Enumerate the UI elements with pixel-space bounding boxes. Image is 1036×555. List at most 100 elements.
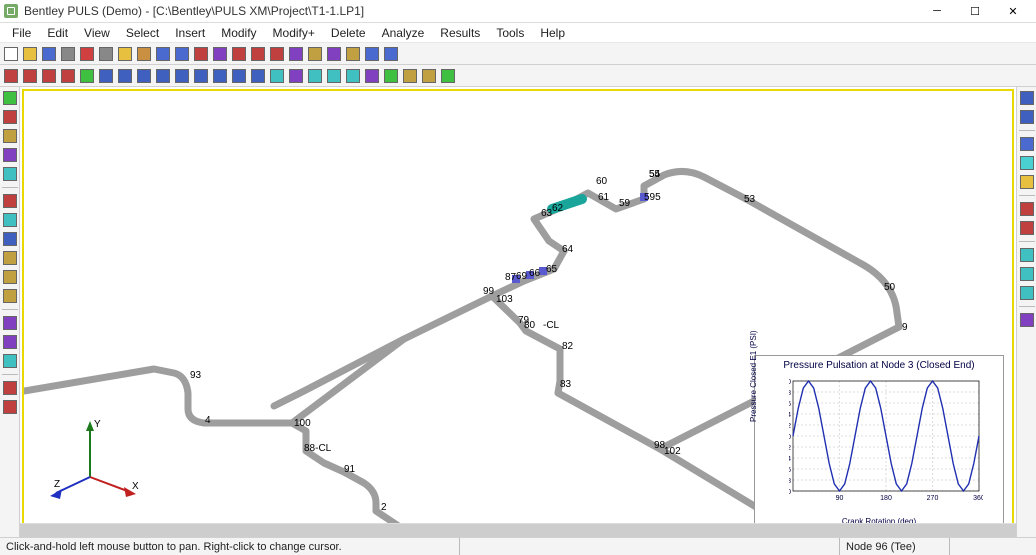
kppi-button[interactable] — [325, 45, 343, 63]
p1-button[interactable] — [192, 67, 210, 85]
c2-button[interactable] — [116, 67, 134, 85]
node-label-50: 50 — [884, 282, 896, 293]
121-button[interactable] — [1, 249, 19, 267]
status-node: Node 96 (Tee) — [840, 538, 950, 555]
tool-c-button[interactable] — [40, 67, 58, 85]
c4-button[interactable] — [154, 67, 172, 85]
menu-results[interactable]: Results — [432, 24, 488, 42]
menu-help[interactable]: Help — [532, 24, 573, 42]
render-a-button[interactable] — [1018, 89, 1036, 107]
render-b-button[interactable] — [1018, 108, 1036, 126]
viewport[interactable]: 60615455595956263536465666987103997980-C… — [20, 87, 1016, 537]
123-button[interactable] — [1, 287, 19, 305]
line-button[interactable] — [1, 314, 19, 332]
grid-2-button[interactable] — [1, 398, 19, 416]
new-button[interactable] — [2, 45, 20, 63]
grab2-button[interactable] — [306, 67, 324, 85]
union-button[interactable] — [1018, 265, 1036, 283]
chart-plot-area: -1.0-0.8-0.6-0.4-0.20.00.20.40.60.81.090… — [789, 375, 981, 515]
scale-button[interactable] — [325, 67, 343, 85]
undo-button[interactable] — [154, 45, 172, 63]
menu-modify[interactable]: Modify — [213, 24, 264, 42]
cut-button[interactable] — [97, 45, 115, 63]
tee-2-button[interactable] — [1018, 284, 1036, 302]
menu-modify-plus[interactable]: Modify+ — [265, 24, 323, 42]
redo-button[interactable] — [173, 45, 191, 63]
delete-button[interactable] — [78, 45, 96, 63]
grid-button[interactable] — [287, 45, 305, 63]
zoom-button[interactable] — [1, 146, 19, 164]
print-button[interactable] — [59, 45, 77, 63]
menu-analyze[interactable]: Analyze — [374, 24, 433, 42]
pick-button[interactable] — [211, 45, 229, 63]
help-button[interactable] — [382, 45, 400, 63]
rect-2-button[interactable] — [1018, 219, 1036, 237]
copy-button[interactable] — [116, 45, 134, 63]
p4-button[interactable] — [249, 67, 267, 85]
rect-1-button[interactable] — [1018, 200, 1036, 218]
grab-button[interactable] — [287, 67, 305, 85]
browse-button[interactable] — [59, 67, 77, 85]
zoom2-button[interactable] — [1, 211, 19, 229]
maximize-button[interactable]: ☐ — [956, 0, 994, 22]
pointer-button[interactable] — [1, 89, 19, 107]
menu-edit[interactable]: Edit — [39, 24, 76, 42]
wand-button[interactable] — [1018, 311, 1036, 329]
pan-button[interactable] — [1, 127, 19, 145]
svg-text:-1.0: -1.0 — [789, 489, 791, 496]
menu-insert[interactable]: Insert — [167, 24, 213, 42]
ibs-button[interactable] — [306, 45, 324, 63]
element-type-button[interactable] — [192, 45, 210, 63]
rotate-button[interactable] — [1, 108, 19, 126]
play-button[interactable] — [363, 67, 381, 85]
svg-text:0.6: 0.6 — [789, 401, 791, 408]
c3-button[interactable] — [135, 67, 153, 85]
ibo-button[interactable] — [344, 45, 362, 63]
zoom-window-button[interactable] — [1, 165, 19, 183]
node-label-93: 93 — [190, 370, 202, 381]
open-button[interactable] — [21, 45, 39, 63]
grid-1-button[interactable] — [1, 379, 19, 397]
erase-button[interactable] — [1, 352, 19, 370]
rew-button[interactable] — [401, 67, 419, 85]
fwd-button[interactable] — [420, 67, 438, 85]
save-button[interactable] — [40, 45, 58, 63]
info-button[interactable] — [363, 45, 381, 63]
menu-file[interactable]: File — [4, 24, 39, 42]
svg-text:0.8: 0.8 — [789, 390, 791, 397]
menu-view[interactable]: View — [76, 24, 118, 42]
tool-a-button[interactable] — [2, 67, 20, 85]
p2-button[interactable] — [211, 67, 229, 85]
select-arrow-button[interactable] — [1, 192, 19, 210]
close-button[interactable]: ✕ — [994, 0, 1032, 22]
p3-button[interactable] — [230, 67, 248, 85]
stamp-button[interactable] — [344, 67, 362, 85]
edit-button[interactable] — [1, 333, 19, 351]
list-2-button[interactable] — [249, 45, 267, 63]
menu-select[interactable]: Select — [118, 24, 167, 42]
tee-1-button[interactable] — [1018, 246, 1036, 264]
star-button[interactable] — [1018, 173, 1036, 191]
horizontal-scrollbar[interactable] — [20, 523, 1016, 537]
rew-end-button[interactable] — [382, 67, 400, 85]
list-3-button[interactable] — [268, 45, 286, 63]
list-1-button[interactable] — [230, 45, 248, 63]
drop-button[interactable] — [1018, 154, 1036, 172]
menubar: FileEditViewSelectInsertModifyModify+Del… — [0, 23, 1036, 43]
chart-title: Pressure Pulsation at Node 3 (Closed End… — [755, 356, 1003, 371]
c5-button[interactable] — [173, 67, 191, 85]
sphere-button[interactable] — [1018, 135, 1036, 153]
c1-button[interactable] — [97, 67, 115, 85]
copy2-button[interactable] — [268, 67, 286, 85]
chart-panel[interactable]: Pressure Pulsation at Node 3 (Closed End… — [754, 355, 1004, 525]
node-label-65: 65 — [546, 264, 558, 275]
paste-button[interactable] — [135, 45, 153, 63]
122-button[interactable] — [1, 268, 19, 286]
tool-b-button[interactable] — [21, 67, 39, 85]
pointer-button[interactable] — [78, 67, 96, 85]
minimize-button[interactable]: ─ — [918, 0, 956, 22]
fwd-end-button[interactable] — [439, 67, 457, 85]
menu-delete[interactable]: Delete — [323, 24, 374, 42]
menu-tools[interactable]: Tools — [488, 24, 532, 42]
node-xyz-button[interactable] — [1, 230, 19, 248]
